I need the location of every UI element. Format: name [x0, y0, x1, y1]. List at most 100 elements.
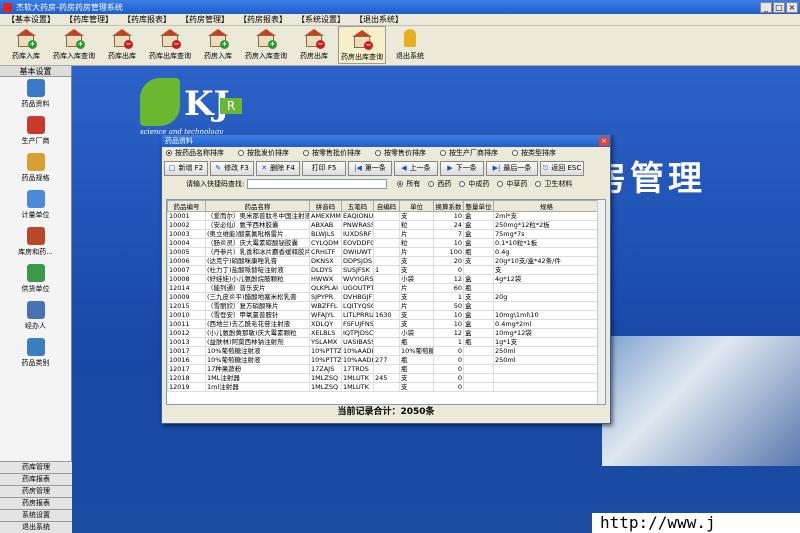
action-button-4[interactable]: |◀ 第一条	[348, 160, 392, 176]
search-input[interactable]	[247, 179, 388, 189]
menu-item-2[interactable]: 【药库报表】	[118, 14, 176, 25]
toolbar-button-5[interactable]: + 药房入库查询	[242, 26, 290, 64]
sidebar-item-2[interactable]: 药品规格	[0, 151, 71, 188]
table-cell: 10%AADIT	[341, 346, 374, 356]
table-row[interactable]: 10010 （雪登安）甲氧氯普胺针 WFAJYL LITLPRRUI 1630 支 10 盒 1…	[167, 310, 600, 320]
minimize-button[interactable]: _	[760, 1, 772, 13]
table-row[interactable]: 12018 1ML注射器 1MLZSQ 1MLUTK 245 支 0	[167, 373, 600, 383]
toolbar-button-2[interactable]: − 药库出库	[98, 26, 146, 64]
radio-dot	[535, 181, 542, 187]
sidebar-section-5[interactable]: 退出系统	[0, 521, 72, 533]
toolbar-button-6[interactable]: − 药房出库	[290, 26, 338, 64]
radio-label: 按药品名称排序	[175, 149, 224, 157]
table-row[interactable]: 10007 (杜力丁)盐酸哌替啶注射液 DLDYS SUSJFSK 1 支 0 支	[167, 265, 600, 275]
table-row[interactable]: 1001710%葡萄糖注射液10%PTTZ10%AADIT 10%葡萄糖0 250m…	[167, 346, 600, 356]
table-row[interactable]: 1001610%葡萄糖注射液10%PTTZ10%AADIT277瓶0 250ml	[167, 355, 600, 365]
sidebar-section-2[interactable]: 药房管理	[0, 485, 72, 497]
table-cell: 支	[399, 211, 434, 221]
table-row[interactable]: 10005 （丹参片）乳香和冰片麝香缓释胶片 CRHLTF DWIUWT 片 100 瓶 0.…	[167, 247, 600, 257]
toolbar-button-1[interactable]: + 药库入库查询	[50, 26, 98, 64]
table-row[interactable]: 12017 17种果蔬粉 17ZAJS 17TRDS 瓶 0	[167, 364, 600, 374]
table-row[interactable]: 12015 （雪丽欣）复方硝酸咪片 WBZFFL LQITYQSC 片 50 盒	[167, 301, 600, 311]
action-button-8[interactable]: ⎋ 返回 ESC	[540, 160, 584, 176]
sort-radio-4[interactable]: 按生产厂商排序	[440, 148, 498, 158]
menu-item-0[interactable]: 【基本设置】	[2, 14, 60, 25]
filter-radio-1[interactable]: 西药	[428, 179, 451, 189]
table-row[interactable]: 10001 （爱而尔）奥米那普肽冬中国注射液 AMEXMM EAQIONU 支 10 盒 2m…	[167, 211, 600, 221]
table-row[interactable]: 10004 （肠炎灵）庆大霉素碳酸铋胶囊 CYLQDM EOVDDFG 粒 10 盒 0.1*…	[167, 238, 600, 248]
table-row[interactable]: 10008 (好娃娃)小儿氨酚烷胺颗粒 HWWX WVYIGRS 小袋 12 盒 4g*12袋	[167, 274, 600, 284]
column-header-1[interactable]: 药品名称	[205, 200, 310, 212]
table-cell: 盒	[463, 220, 494, 230]
sidebar-section-4[interactable]: 系统设置	[0, 509, 72, 521]
sidebar-section-0[interactable]: 药库管理	[0, 461, 72, 473]
table-row[interactable]: 10002 （安必仙）氨苄西林胶囊 ABXAB PNWRASS 粒 24 盒 250mg*12…	[167, 220, 600, 230]
sidebar-header[interactable]: 基本设置	[0, 66, 71, 77]
sidebar-item-5[interactable]: 供货单位	[0, 262, 71, 299]
table-vertical-scrollbar[interactable]	[597, 200, 605, 404]
menu-item-1[interactable]: 【药库管理】	[60, 14, 118, 25]
sort-radio-5[interactable]: 按类型排序	[512, 148, 556, 158]
sort-radio-2[interactable]: 按零售批价排序	[303, 148, 361, 158]
sort-radio-1[interactable]: 按批发价排序	[238, 148, 289, 158]
menu-item-5[interactable]: 【系统设置】	[292, 14, 350, 25]
close-button[interactable]: ×	[786, 1, 798, 13]
sidebar-section-1[interactable]: 药库报表	[0, 473, 72, 485]
table-cell: 0.4mg*2ml	[493, 319, 600, 329]
action-button-1[interactable]: ✎ 修改 F3	[210, 160, 254, 176]
action-button-3[interactable]: 打印 F5	[302, 160, 346, 176]
sidebar-item-3[interactable]: 计量单位	[0, 188, 71, 225]
sidebar-section-3[interactable]: 药房报表	[0, 497, 72, 509]
column-header-0[interactable]: 药品编号	[167, 200, 206, 212]
toolbar-button-8[interactable]: 退出系统	[386, 26, 434, 64]
table-row[interactable]: 10009 (三九皮炎平)醋酸地塞米松乳膏 SJPYPR DVHBGJF 支 1 支 20g	[167, 292, 600, 302]
action-button-2[interactable]: ✕ 删除 F4	[256, 160, 300, 176]
table-row[interactable]: 10003 (奥立维能)酸氯氟吡格雷片 BLWJLS IUXDSRF 片 7 盒 75mg*7…	[167, 229, 600, 239]
action-button-0[interactable]: □ 新增 F2	[164, 160, 208, 176]
column-header-5[interactable]: 单位	[399, 200, 434, 212]
menu-item-4[interactable]: 【药房报表】	[234, 14, 292, 25]
toolbar-button-4[interactable]: + 药房入库	[194, 26, 242, 64]
filter-radio-2[interactable]: 中成药	[459, 179, 489, 189]
table-row[interactable]: 10006 (达克宁)硝酸咪康唑乳膏 DKNSX DDPSJDS 支 20 支 20g*10支…	[167, 256, 600, 266]
sidebar-item-6[interactable]: 经办人	[0, 299, 71, 336]
column-header-2[interactable]: 拼音码	[309, 200, 342, 212]
sidebar-item-1[interactable]: 生产厂商	[0, 114, 71, 151]
warehouse-icon: −	[303, 27, 325, 49]
filter-radio-0[interactable]: 所有	[397, 179, 420, 189]
table-row[interactable]: 10012 (小儿氨酚黄那敏)庆大霉素颗粒 XELBLS IQTPJDSC 小袋 12 盒 1…	[167, 328, 600, 338]
menu-item-6[interactable]: 【退出系统】	[350, 14, 408, 25]
radio-dot	[303, 150, 309, 156]
action-button-5[interactable]: ◀ 上一条	[394, 160, 438, 176]
table-row[interactable]: 10013 (益肤林)阿莫西林钠注射剂 YSLAMX UASIBASS 瓶 1 瓶 1g*1支	[167, 337, 600, 347]
column-header-4[interactable]: 自编码	[373, 200, 400, 212]
maximize-button[interactable]: □	[773, 1, 785, 13]
filter-radio-4[interactable]: 卫生材料	[535, 179, 572, 189]
column-header-3[interactable]: 五笔码	[341, 200, 374, 212]
dialog-close-button[interactable]: ×	[599, 136, 609, 146]
action-button-6[interactable]: ▶ 下一条	[440, 160, 484, 176]
sort-radio-3[interactable]: 按零售价排序	[375, 148, 426, 158]
table-cell	[463, 355, 494, 365]
column-header-7[interactable]: 整量单位	[463, 200, 494, 212]
column-header-8[interactable]: 规格	[493, 200, 600, 212]
table-cell: 1MLZSQ	[309, 373, 342, 383]
table-row[interactable]: 10011(西地兰)去乙酰毛花苷注射液XDLQYFSFUJFNSE 支10盒0.4…	[167, 319, 600, 329]
sidebar-item-0[interactable]: 药品资料	[0, 77, 71, 114]
table-cell: 支	[399, 310, 434, 320]
filter-radio-3[interactable]: 中草药	[497, 179, 527, 189]
action-button-7[interactable]: ▶| 最后一条	[486, 160, 538, 176]
table-cell: LITLPRRUI	[341, 310, 374, 320]
sidebar-item-7[interactable]: 药品类别	[0, 336, 71, 373]
sort-radio-0[interactable]: 按药品名称排序	[166, 148, 224, 158]
toolbar-button-7[interactable]: − 药房出库查询	[338, 26, 386, 64]
table-row[interactable]: 12019 1ml注射器 1MLZSQ 1MLUTK 支 0	[167, 382, 600, 392]
toolbar-button-0[interactable]: + 药库入库	[2, 26, 50, 64]
column-header-6[interactable]: 换算系数	[433, 200, 464, 212]
menu-item-3[interactable]: 【药房管理】	[176, 14, 234, 25]
sidebar-item-4[interactable]: 库房和药...	[0, 225, 71, 262]
toolbar-button-3[interactable]: − 药库出库查询	[146, 26, 194, 64]
warehouse-icon: −	[111, 27, 133, 49]
table-cell: 10007	[167, 265, 206, 275]
table-row[interactable]: 12014 （能列通）普乐安片 QLKPLAI UGOUTPT 片 60 瓶	[167, 283, 600, 293]
